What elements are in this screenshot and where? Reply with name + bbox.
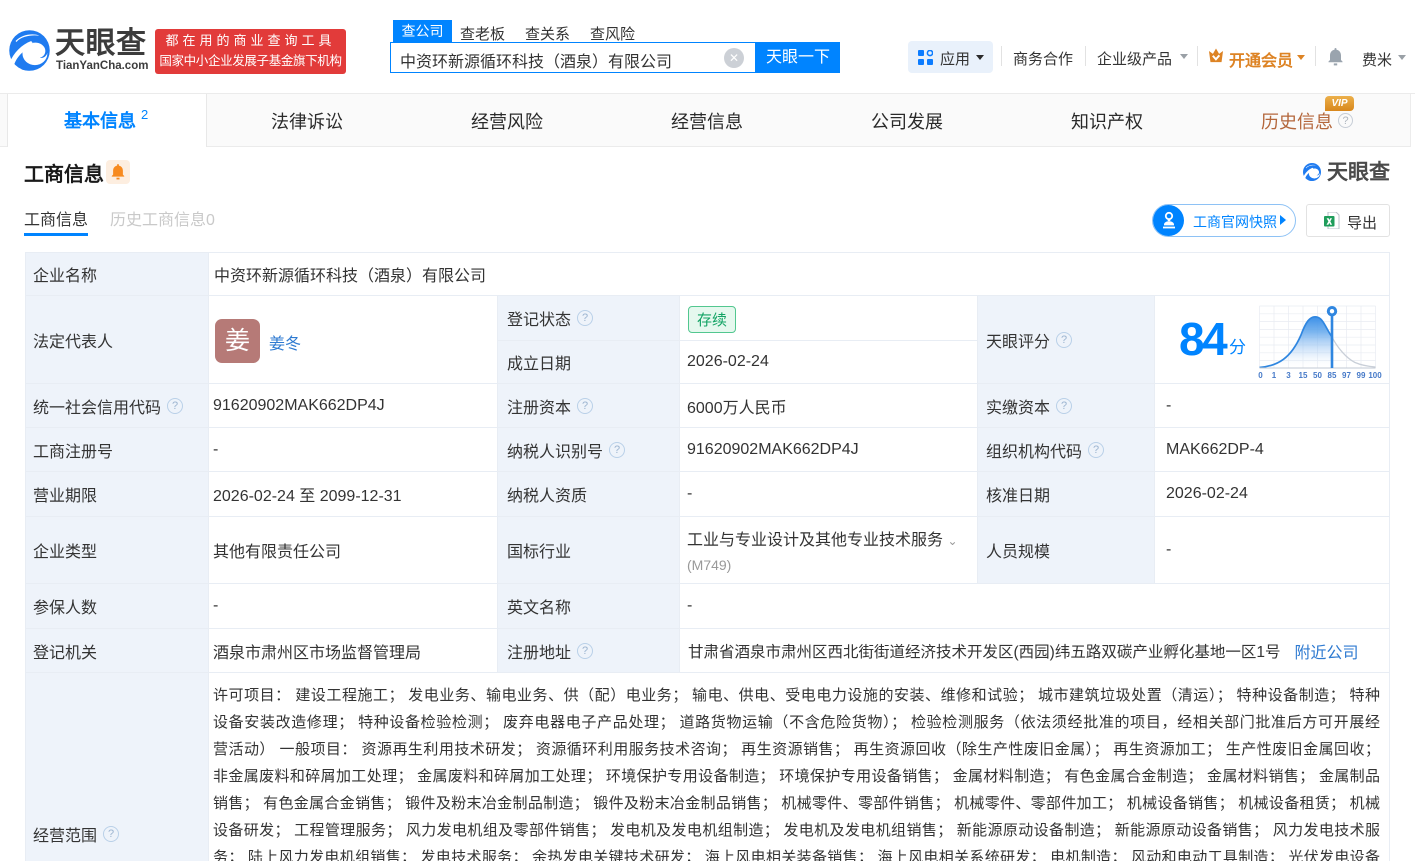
svg-text:0: 0 <box>1258 371 1263 380</box>
svg-text:1: 1 <box>1272 371 1277 380</box>
svg-text:3: 3 <box>1286 371 1291 380</box>
svg-text:85: 85 <box>1328 371 1337 380</box>
svg-text:97: 97 <box>1342 371 1351 380</box>
svg-text:99: 99 <box>1357 371 1366 380</box>
svg-text:100: 100 <box>1368 371 1382 380</box>
svg-text:15: 15 <box>1299 371 1308 380</box>
svg-text:50: 50 <box>1313 371 1322 380</box>
